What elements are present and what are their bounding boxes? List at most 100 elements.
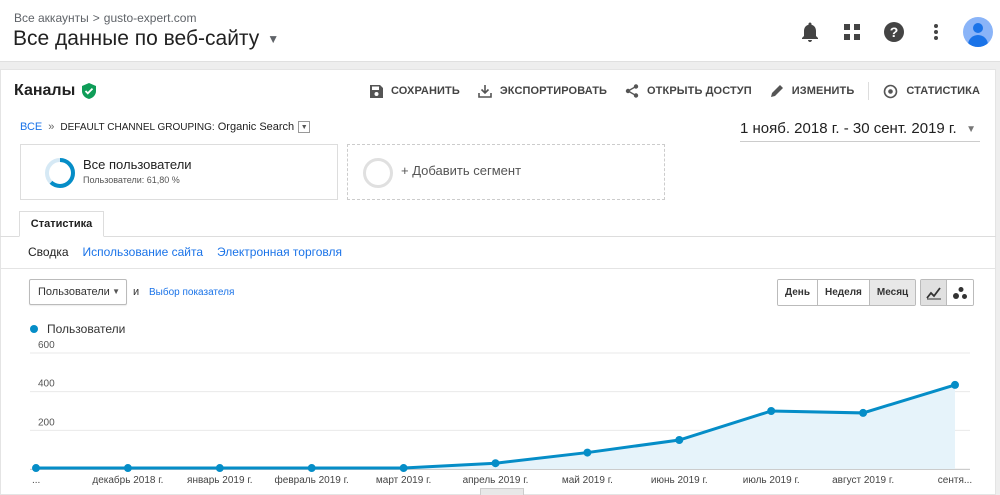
svg-text:?: ? bbox=[890, 24, 899, 40]
x-tick-label: июль 2019 г. bbox=[743, 475, 800, 486]
top-header: Все аккаунты > gusto-expert.com Все данные… bbox=[0, 0, 1000, 62]
tab-divider bbox=[0, 236, 996, 237]
data-point[interactable] bbox=[307, 464, 316, 473]
data-point[interactable] bbox=[399, 464, 408, 473]
view-selector[interactable]: Все данные по веб-сайту ▼ bbox=[13, 27, 279, 51]
x-tick-label: январь 2019 г. bbox=[187, 475, 252, 486]
segment-ring-icon bbox=[45, 158, 75, 188]
channel-grouping-value: Organic Search bbox=[217, 121, 295, 133]
data-point[interactable] bbox=[859, 408, 868, 417]
share-icon bbox=[625, 84, 639, 98]
y-tick-label: 600 bbox=[38, 340, 55, 351]
x-tick-label: апрель 2019 г. bbox=[463, 475, 529, 486]
download-icon bbox=[478, 85, 492, 98]
segment-card-all-users[interactable]: Все пользователи Пользователи: 61,80 % bbox=[20, 144, 338, 200]
users-area-chart: 200 400 600 ... декабрь 2018 г. январь 2019 … bbox=[30, 340, 972, 486]
x-tick-label: март 2019 г. bbox=[376, 475, 431, 486]
verified-shield-icon bbox=[82, 83, 97, 99]
segment-share: Пользователи: 61,80 % bbox=[83, 175, 180, 185]
channel-grouping-label: DEFAULT CHANNEL GROUPING: bbox=[60, 121, 215, 133]
x-tick-label: сентя... bbox=[938, 475, 972, 486]
save-button[interactable]: СОХРАНИТЬ bbox=[370, 84, 460, 98]
subtab-summary[interactable]: Сводка bbox=[28, 245, 69, 259]
report-subtabs: Сводка Использование сайта Электронная т… bbox=[28, 245, 356, 259]
help-icon[interactable]: ? bbox=[878, 16, 910, 48]
segment-name: Все пользователи bbox=[83, 157, 192, 172]
choose-metric-link[interactable]: Выбор показателя bbox=[149, 287, 234, 298]
report-toolbar: СОХРАНИТЬ ЭКСПОРТИРОВАТЬ ОТКРЫТЬ ДОСТУП … bbox=[352, 82, 980, 100]
chevron-down-icon[interactable]: ▼ bbox=[112, 280, 120, 304]
data-point[interactable] bbox=[32, 464, 40, 473]
chart-type-toggle bbox=[920, 279, 974, 306]
add-segment-button[interactable]: + Добавить сегмент bbox=[347, 144, 665, 200]
view-title[interactable]: Все данные по веб-сайту bbox=[13, 27, 259, 51]
save-label[interactable]: СОХРАНИТЬ bbox=[391, 85, 460, 97]
subtab-divider bbox=[0, 268, 996, 269]
avatar[interactable] bbox=[962, 16, 994, 48]
drilldown-breadcrumb: ВСЕ » DEFAULT CHANNEL GROUPING: Organic … bbox=[20, 121, 311, 133]
period-day-button[interactable]: День bbox=[778, 280, 818, 305]
period-week-button[interactable]: Неделя bbox=[818, 280, 870, 305]
data-point[interactable] bbox=[675, 436, 684, 444]
chart-resize-handle[interactable] bbox=[480, 488, 524, 495]
more-vert-icon[interactable] bbox=[920, 16, 952, 48]
chevron-down-icon[interactable]: ▼ bbox=[267, 32, 279, 46]
insights-label[interactable]: СТАТИСТИКА bbox=[906, 85, 980, 97]
data-point[interactable] bbox=[583, 448, 592, 457]
export-button[interactable]: ЭКСПОРТИРОВАТЬ bbox=[478, 84, 607, 98]
account-breadcrumb[interactable]: Все аккаунты > gusto-expert.com bbox=[14, 11, 196, 25]
edit-button[interactable]: ИЗМЕНИТЬ bbox=[770, 84, 855, 98]
chevron-down-icon[interactable]: ▼ bbox=[966, 124, 976, 135]
report-title-text: Каналы bbox=[14, 82, 76, 99]
line-chart-icon bbox=[925, 286, 941, 299]
save-icon bbox=[370, 84, 383, 98]
date-range-text[interactable]: 1 нояб. 2018 г. - 30 сент. 2019 г. bbox=[740, 120, 957, 137]
x-tick-label: август 2019 г. bbox=[832, 475, 894, 486]
x-tick-label: июнь 2019 г. bbox=[651, 475, 708, 486]
report-title: Каналы bbox=[14, 82, 97, 100]
period-toggle: День Неделя Месяц bbox=[777, 279, 917, 306]
x-tick-label: май 2019 г. bbox=[562, 475, 613, 486]
pencil-icon bbox=[770, 85, 783, 97]
x-tick-label: февраль 2019 г. bbox=[275, 474, 349, 486]
breadcrumb-all-link[interactable]: ВСЕ bbox=[20, 121, 42, 133]
subtab-ecommerce[interactable]: Электронная торговля bbox=[217, 245, 342, 259]
export-label[interactable]: ЭКСПОРТИРОВАТЬ bbox=[500, 85, 607, 97]
data-point[interactable] bbox=[215, 464, 224, 473]
bell-icon[interactable] bbox=[794, 16, 826, 48]
x-tick-label: декабрь 2018 г. bbox=[92, 474, 163, 486]
chart-legend: Пользователи bbox=[30, 322, 125, 336]
and-label: и bbox=[133, 286, 140, 298]
chevron-down-icon[interactable]: ▼ bbox=[298, 121, 311, 133]
share-button[interactable]: ОТКРЫТЬ ДОСТУП bbox=[625, 84, 752, 98]
breadcrumb-separator: » bbox=[48, 121, 55, 133]
data-point[interactable] bbox=[951, 380, 959, 389]
share-label[interactable]: ОТКРЫТЬ ДОСТУП bbox=[647, 85, 752, 97]
series-area bbox=[36, 384, 955, 469]
legend-dot bbox=[30, 325, 38, 333]
breadcrumb-property[interactable]: gusto-expert.com bbox=[104, 11, 197, 25]
x-tick-label: ... bbox=[32, 475, 40, 486]
legend-series-name: Пользователи bbox=[47, 322, 126, 336]
apps-grid-icon[interactable] bbox=[836, 16, 868, 48]
tab-statistics[interactable]: Статистика bbox=[19, 211, 104, 237]
edit-label[interactable]: ИЗМЕНИТЬ bbox=[792, 85, 855, 97]
subtab-site-usage[interactable]: Использование сайта bbox=[83, 245, 204, 259]
bubble-chart-icon bbox=[953, 286, 967, 299]
data-point[interactable] bbox=[767, 407, 776, 415]
y-tick-label: 200 bbox=[38, 417, 55, 428]
add-segment-label[interactable]: + Добавить сегмент bbox=[401, 163, 521, 178]
data-point[interactable] bbox=[123, 464, 132, 473]
date-range-picker[interactable]: 1 нояб. 2018 г. - 30 сент. 2019 г. ▼ bbox=[740, 120, 980, 142]
avatar-icon[interactable] bbox=[963, 17, 993, 47]
breadcrumb-accounts[interactable]: Все аккаунты bbox=[14, 11, 89, 25]
insights-button[interactable]: СТАТИСТИКА bbox=[883, 84, 980, 99]
motion-chart-button[interactable] bbox=[947, 280, 973, 305]
metric-select[interactable]: Пользователи ▼ bbox=[29, 279, 127, 305]
metric-select-value[interactable]: Пользователи bbox=[38, 286, 110, 298]
y-tick-label: 400 bbox=[38, 379, 55, 390]
breadcrumb-separator: > bbox=[92, 11, 100, 25]
line-chart-button[interactable] bbox=[921, 280, 947, 305]
period-month-button[interactable]: Месяц bbox=[869, 280, 916, 305]
data-point[interactable] bbox=[491, 459, 500, 468]
